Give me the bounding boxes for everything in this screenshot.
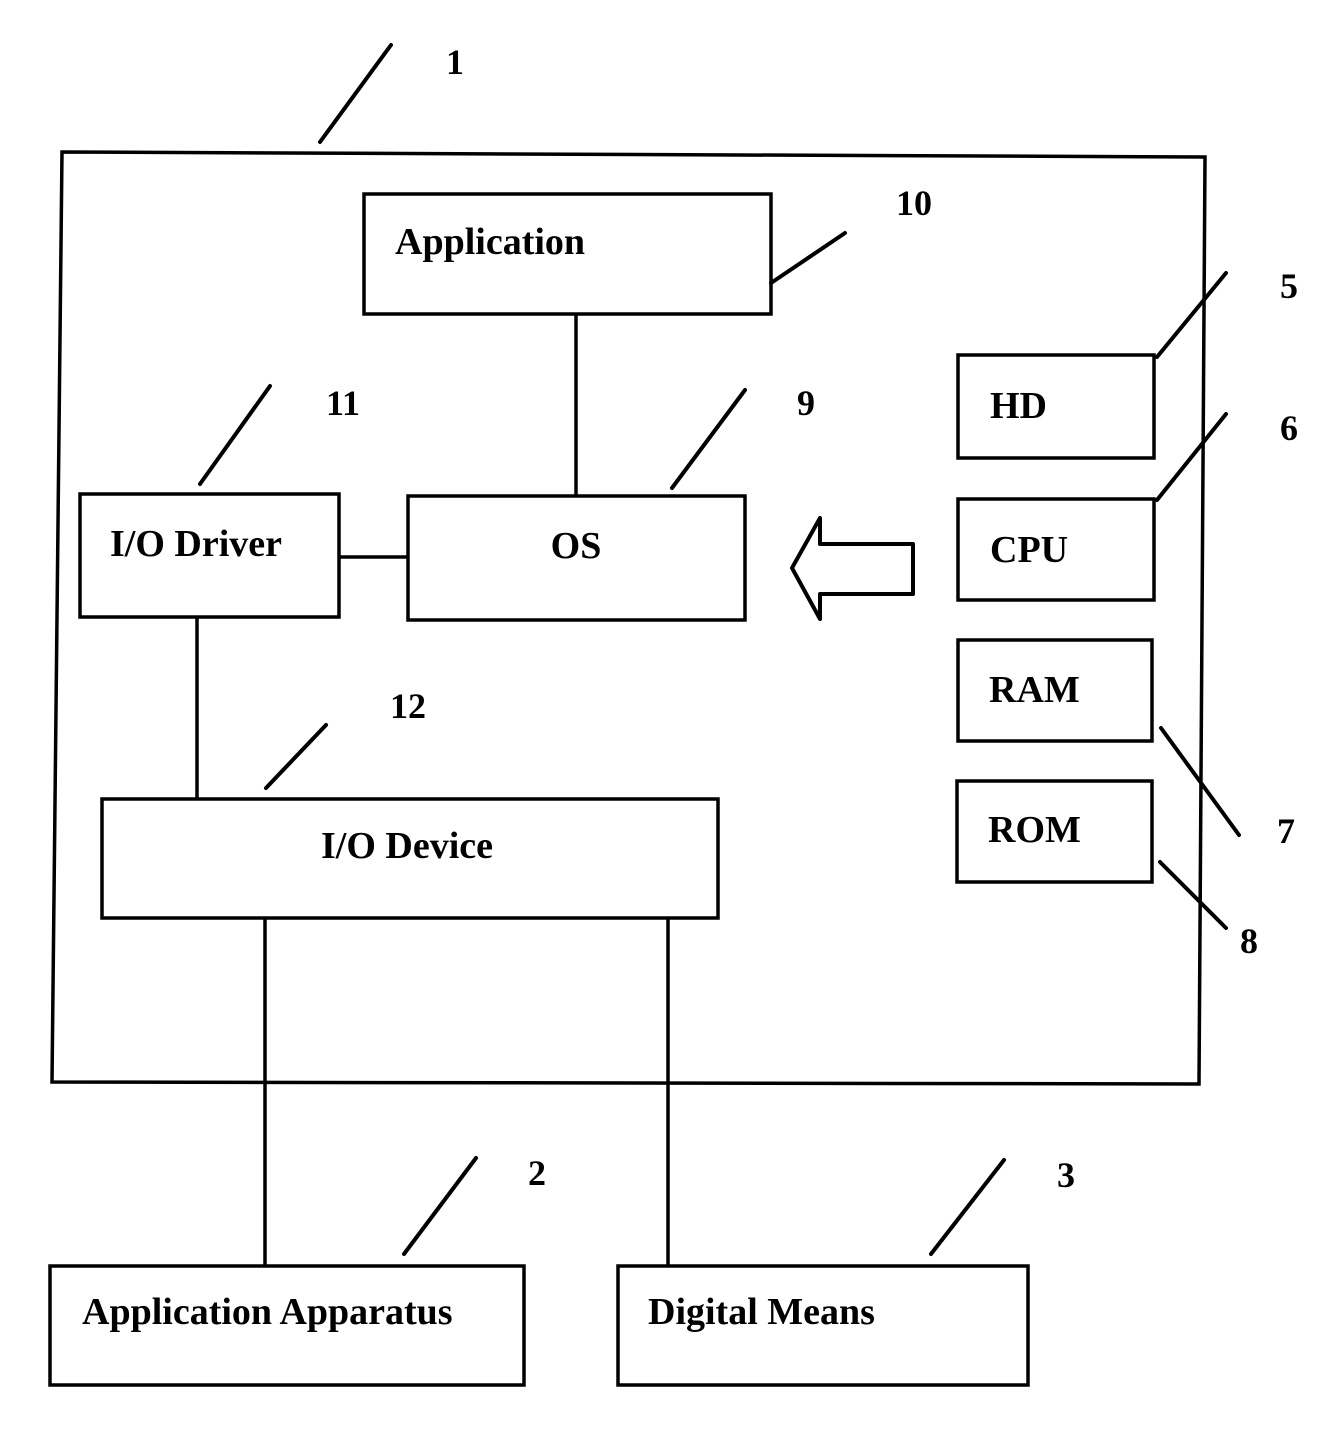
io-driver-ref-number: 11: [326, 383, 360, 423]
cpu-ref-number: 6: [1280, 408, 1298, 448]
digital-means-block: Digital Means: [616, 1264, 1030, 1387]
digital-means-label: Digital Means: [648, 1291, 875, 1333]
os-label: OS: [551, 525, 602, 567]
block-diagram: 1 Application 10 OS 9 I/O Driver 11 I/O …: [48, 42, 1298, 1387]
application-apparatus-label: Application Apparatus: [82, 1291, 453, 1333]
ram-ref-number: 7: [1277, 811, 1295, 851]
application-label: Application: [395, 221, 585, 263]
os-block: OS: [406, 494, 747, 622]
hd-block: HD: [956, 353, 1156, 460]
rom-block: ROM: [955, 779, 1154, 884]
ram-block: RAM: [956, 638, 1154, 743]
io-device-ref-number: 12: [390, 686, 426, 726]
application-block: Application: [362, 192, 773, 316]
digital-means-leader-line: [929, 1158, 1006, 1256]
system-leader-line: [318, 43, 393, 144]
application-ref-number: 10: [896, 183, 932, 223]
os-ref-number: 9: [797, 383, 815, 423]
io-device-label: I/O Device: [321, 825, 493, 867]
application-apparatus-leader-line: [402, 1156, 478, 1256]
io-driver-block: I/O Driver: [78, 492, 341, 619]
hd-label: HD: [990, 385, 1047, 427]
ram-label: RAM: [989, 669, 1080, 711]
io-device-block: I/O Device: [100, 797, 720, 920]
cpu-block: CPU: [956, 497, 1156, 602]
rom-ref-number: 8: [1240, 921, 1258, 961]
application-apparatus-ref-number: 2: [528, 1153, 546, 1193]
io-driver-label: I/O Driver: [110, 523, 282, 565]
application-apparatus-block: Application Apparatus: [48, 1264, 526, 1387]
rom-label: ROM: [988, 809, 1081, 851]
cpu-label: CPU: [990, 529, 1068, 571]
system-ref-number: 1: [446, 42, 464, 82]
digital-means-ref-number: 3: [1057, 1155, 1075, 1195]
hd-ref-number: 5: [1280, 266, 1298, 306]
